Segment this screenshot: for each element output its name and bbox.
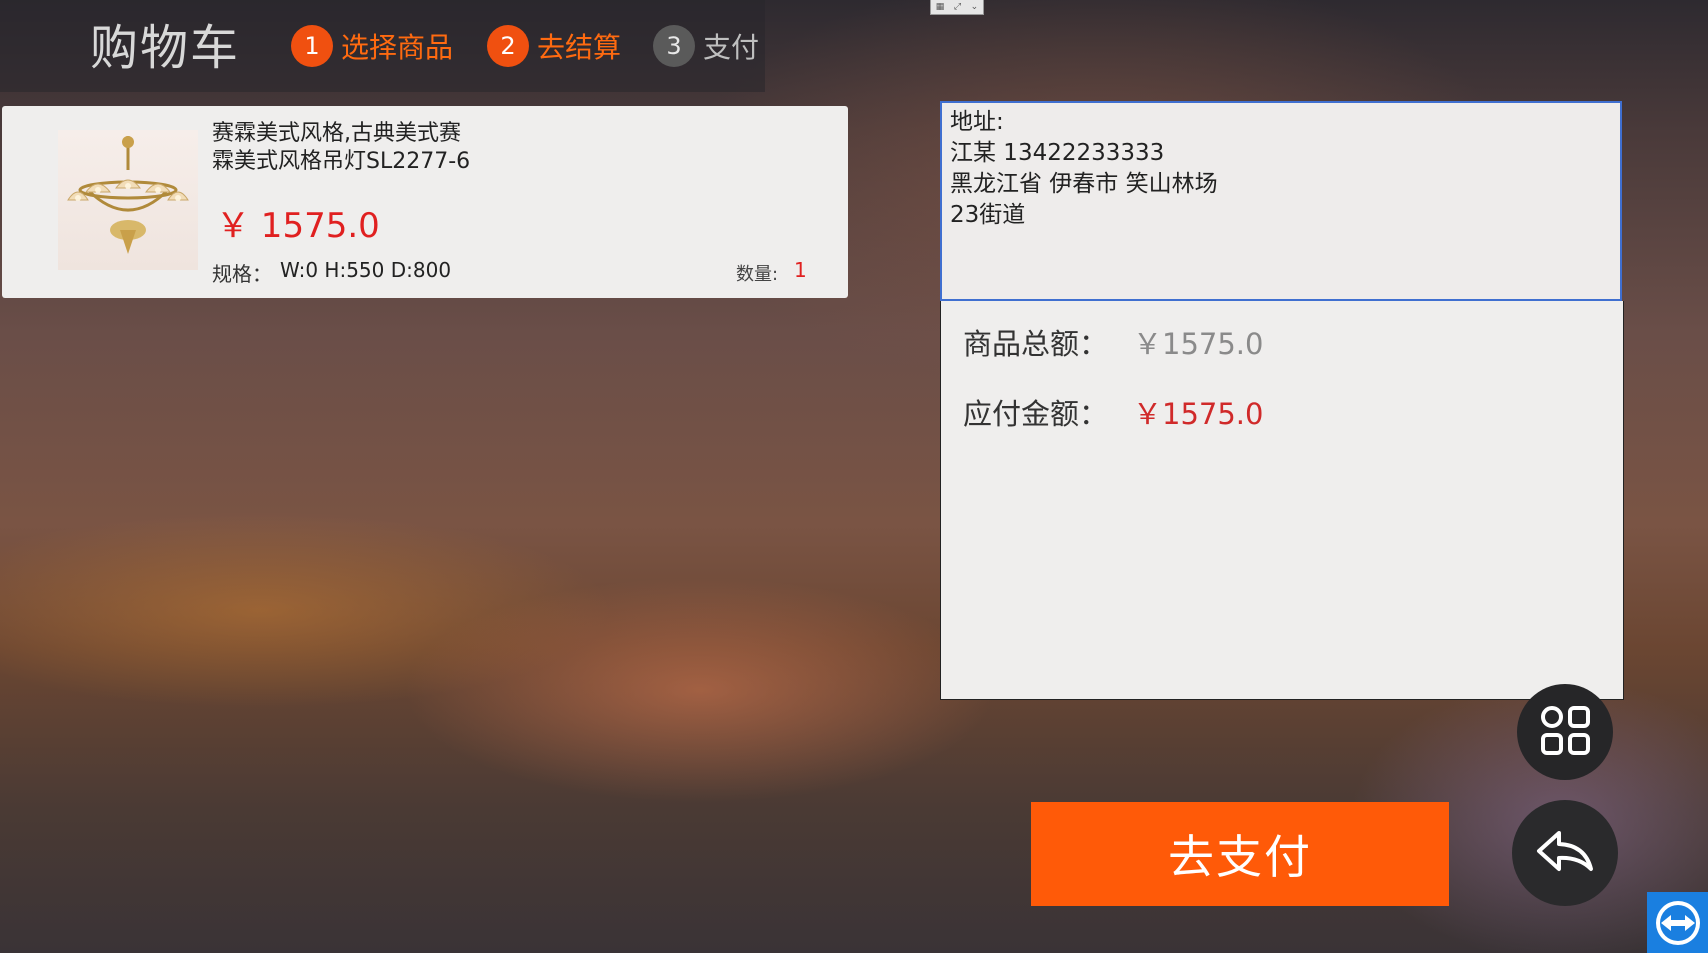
window-toolbar-icon[interactable]: ▦ ⤢ ⌄ <box>930 0 984 15</box>
teamviewer-icon[interactable] <box>1647 892 1708 953</box>
step-checkout: 2 去结算 <box>487 25 621 67</box>
payable-label: 应付金额： <box>963 397 1109 431</box>
step-number: 1 <box>291 25 333 67</box>
product-name-line: 霖美式风格吊灯SL2277-6 <box>212 149 471 174</box>
pay-button[interactable]: 去支付 <box>1031 802 1449 906</box>
expand-icon[interactable]: ⤢ <box>954 2 961 12</box>
step-select-goods: 1 选择商品 <box>291 25 453 67</box>
chevron-down-icon[interactable]: ⌄ <box>971 2 979 12</box>
product-image <box>58 130 198 270</box>
apps-menu-button[interactable] <box>1517 684 1613 780</box>
spec-value: W:0 H:550 D:800 <box>280 258 452 282</box>
back-arrow-icon <box>1533 827 1597 879</box>
spec-label: 规格： <box>212 262 272 286</box>
cart-item[interactable]: 赛霖美式风格,古典美式赛 霖美式风格吊灯SL2277-6 ￥ 1575.0 规格… <box>2 106 848 298</box>
order-summary: 商品总额： ￥1575.0 应付金额： ￥1575.0 <box>940 301 1624 700</box>
quantity-label: 数量: <box>736 264 779 285</box>
address-field[interactable]: 地址: 江某 13422233333 黑龙江省 伊春市 笑山林场 23街道 <box>940 101 1622 301</box>
product-name-line: 赛霖美式风格,古典美式赛 <box>212 121 461 146</box>
address-street: 23街道 <box>950 202 1026 228</box>
back-button[interactable] <box>1512 800 1618 906</box>
grid-small-icon[interactable]: ▦ <box>936 2 945 12</box>
total-value: ￥1575.0 <box>1133 327 1264 361</box>
step-pay: 3 支付 <box>653 25 759 67</box>
total-label: 商品总额： <box>963 327 1109 361</box>
page-title: 购物车 <box>90 20 241 76</box>
grid-apps-icon <box>1539 704 1591 760</box>
quantity-value: 1 <box>794 258 807 282</box>
product-price: ￥ 1575.0 <box>216 206 380 246</box>
step-label: 去结算 <box>537 31 622 64</box>
step-number: 3 <box>653 25 695 67</box>
step-number: 2 <box>487 25 529 67</box>
address-contact: 江某 13422233333 <box>950 140 1165 166</box>
product-name: 赛霖美式风格,古典美式赛 霖美式风格吊灯SL2277-6 <box>212 120 512 176</box>
address-label: 地址: <box>950 109 1004 135</box>
payable-value: ￥1575.0 <box>1133 397 1264 431</box>
address-region: 黑龙江省 伊春市 笑山林场 <box>950 171 1218 197</box>
step-label: 支付 <box>703 31 760 64</box>
step-label: 选择商品 <box>341 31 454 64</box>
